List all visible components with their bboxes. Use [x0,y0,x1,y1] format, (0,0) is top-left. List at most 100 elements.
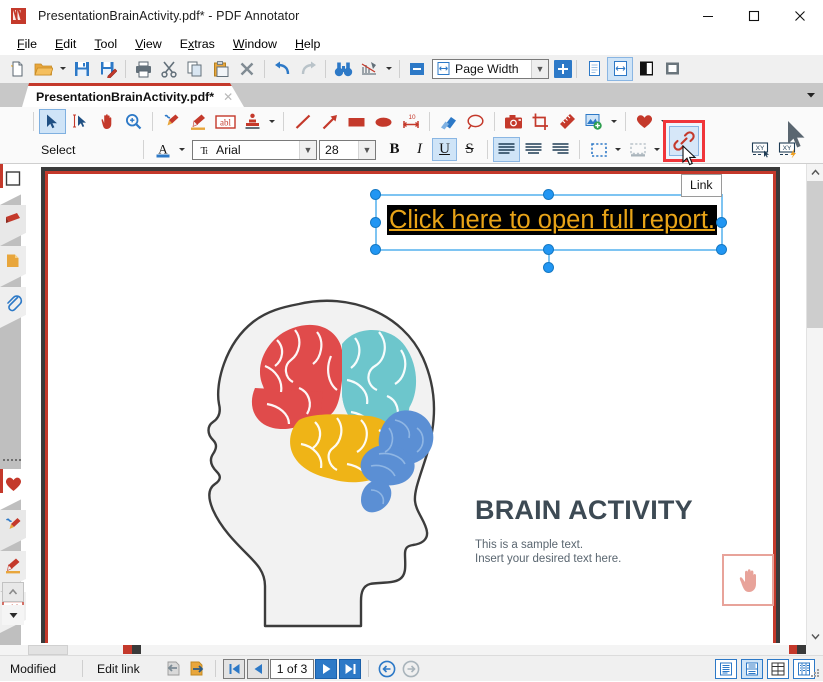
strikethrough-button[interactable]: S [457,138,482,161]
resize-grip-icon[interactable] [809,667,821,679]
highlighter-icon[interactable] [185,109,212,134]
scroll-up-arrow-icon[interactable] [807,164,823,181]
single-page-view-icon[interactable] [581,57,607,81]
measure-icon[interactable]: 10 [397,109,424,134]
font-color-dropdown-icon[interactable] [176,137,188,162]
cut-scissors-icon[interactable] [156,57,182,81]
two-column-view-icon[interactable] [767,658,789,679]
scroll-down-icon[interactable] [2,605,24,625]
arrow-icon[interactable] [316,109,343,134]
paste-icon[interactable] [208,57,234,81]
first-page-icon[interactable] [223,658,245,679]
font-size-combobox[interactable]: 28 ▼ [319,139,376,160]
redo-icon[interactable] [295,57,321,81]
link-annotation-object[interactable]: Click here to open full report. [370,189,727,273]
next-view-icon[interactable] [186,659,208,679]
selection-handle-bottom-left[interactable] [370,244,381,255]
forward-circle-icon[interactable] [400,659,422,679]
sidebar-item-favorites[interactable] [0,469,26,510]
insert-image-dropdown-icon[interactable] [608,109,620,134]
continuous-view-icon[interactable] [715,658,737,679]
shadow-style-icon[interactable] [624,137,651,162]
pen-icon[interactable] [158,109,185,134]
selection-handle-bottom-right[interactable] [716,244,727,255]
align-right-icon[interactable] [547,137,574,162]
font-family-combobox[interactable]: T t Arial ▼ [192,139,317,160]
last-page-icon[interactable] [339,658,361,679]
slide-body-text[interactable]: This is a sample text. Insert your desir… [475,538,621,566]
pan-hand-icon[interactable] [93,109,120,134]
open-dropdown-icon[interactable] [56,57,69,81]
horizontal-scroll-thumb[interactable] [28,645,68,655]
sidebar-item-attachments[interactable] [0,287,26,328]
close-icon[interactable] [777,0,823,32]
align-center-icon[interactable] [520,137,547,162]
shadow-style-dropdown-icon[interactable] [651,137,663,162]
selection-handle-middle-left[interactable] [370,217,381,228]
menu-extras[interactable]: Extras [171,35,224,53]
selection-handle-bottom-center[interactable] [543,244,554,255]
brain-head-illustration[interactable] [195,296,485,641]
selection-handle-top-left[interactable] [370,189,381,200]
full-page-view-icon[interactable] [659,57,685,81]
undo-icon[interactable] [269,57,295,81]
scroll-down-arrow-icon[interactable] [807,628,823,645]
menu-view[interactable]: View [126,35,171,53]
zoom-level-combobox[interactable]: Page Width ▼ [432,58,549,79]
page-tools-dropdown-icon[interactable] [382,57,395,81]
selection-handle-top-center[interactable] [543,189,554,200]
selection-handle-middle-right[interactable] [716,217,727,228]
underline-button[interactable]: U [432,138,457,161]
border-style-icon[interactable] [585,137,612,162]
page-indicator-field[interactable]: 1 of 3 [270,658,314,679]
page-tools-icon[interactable] [356,57,382,81]
print-icon[interactable] [130,57,156,81]
chevron-down-icon[interactable]: ▼ [299,140,316,159]
save-icon[interactable] [69,57,95,81]
line-icon[interactable] [289,109,316,134]
menu-window[interactable]: Window [224,35,286,53]
vertical-scrollbar[interactable] [806,164,823,645]
document-tab[interactable]: PresentationBrainActivity.pdf* ✕ [22,83,244,107]
menu-help[interactable]: Help [286,35,330,53]
minimize-icon[interactable] [685,0,731,32]
select-arrow-icon[interactable] [39,109,66,134]
find-binoculars-icon[interactable] [330,57,356,81]
selection-handle-rotate[interactable] [543,262,554,273]
ruler-icon[interactable] [554,109,581,134]
ellipse-icon[interactable] [370,109,397,134]
align-left-icon[interactable] [493,137,520,162]
menu-edit[interactable]: Edit [46,35,85,53]
new-document-icon[interactable] [4,57,30,81]
lasso-icon[interactable] [462,109,489,134]
slide-title[interactable]: BRAIN ACTIVITY [475,495,693,526]
back-circle-icon[interactable] [376,659,398,679]
link-text[interactable]: Click here to open full report. [387,205,717,235]
page-width-view-icon[interactable] [607,56,633,81]
facing-pages-view-icon[interactable] [633,57,659,81]
open-folder-icon[interactable] [30,57,56,81]
zoom-magnifier-icon[interactable] [120,109,147,134]
stamp-dropdown-icon[interactable] [266,109,278,134]
document-view[interactable]: BRAIN ACTIVITY This is a sample text. In… [28,164,806,645]
previous-page-icon[interactable] [247,658,269,679]
text-box-icon[interactable]: abl [212,109,239,134]
stamp-icon[interactable] [239,109,266,134]
scroll-up-icon[interactable] [2,582,24,602]
chevron-down-icon[interactable]: ▼ [358,140,375,159]
delete-x-icon[interactable] [234,57,260,81]
maximize-icon[interactable] [731,0,777,32]
text-select-icon[interactable] [66,109,93,134]
menu-tool[interactable]: Tool [85,35,126,53]
font-color-icon[interactable]: A [149,137,176,162]
insert-image-icon[interactable] [581,109,608,134]
zoom-out-icon[interactable] [404,57,430,81]
hand-tap-stamp-icon[interactable] [722,554,774,606]
save-as-icon[interactable] [95,57,121,81]
sidebar-item-page-thumbnail[interactable] [0,164,26,205]
bold-button[interactable]: B [382,138,407,161]
sidebar-item-pen-tool[interactable] [0,510,26,551]
copy-icon[interactable] [182,57,208,81]
next-page-icon[interactable] [315,658,337,679]
chevron-down-icon[interactable]: ▼ [531,59,548,78]
